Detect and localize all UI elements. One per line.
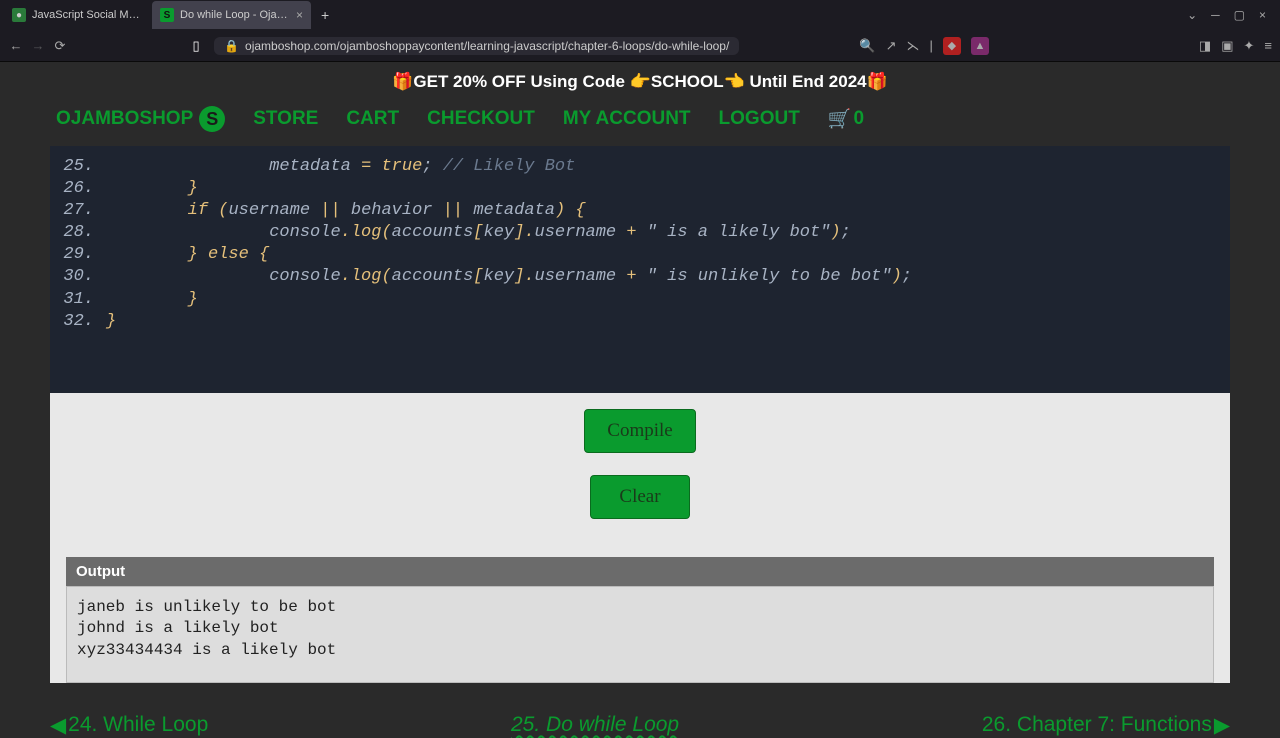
line-number: 30. (50, 266, 106, 288)
code-text: } else { (106, 244, 269, 266)
line-number: 27. (50, 200, 106, 222)
minimize-icon[interactable]: ─ (1211, 8, 1220, 22)
code-text: } (106, 289, 198, 311)
logo[interactable]: OJAMBOSHOP S (56, 106, 225, 132)
favicon-icon: S (160, 8, 174, 22)
chevron-down-icon[interactable]: ⌄ (1187, 8, 1197, 22)
extension-ublock-icon[interactable]: ◆ (943, 37, 961, 55)
nav-checkout[interactable]: CHECKOUT (427, 108, 535, 130)
divider: | (930, 38, 933, 53)
url-bar-row: ← → ⟳ ▯ 🔒 ojamboshop.com/ojamboshoppayco… (0, 30, 1280, 62)
nav-store[interactable]: STORE (253, 108, 318, 130)
pagination: ◀24. While Loop 25. Do while Loop 26. Ch… (0, 699, 1280, 738)
nav-buttons: ← → ⟳ (8, 38, 68, 54)
pagination-current[interactable]: 25. Do while Loop (511, 713, 679, 737)
browser-chrome: ● JavaScript Social Media Bot De S Do wh… (0, 0, 1280, 62)
line-number: 25. (50, 156, 106, 178)
clear-button[interactable]: Clear (590, 475, 689, 519)
code-line: 27. if (username || behavior || metadata… (50, 200, 1230, 222)
tab-title: JavaScript Social Media Bot De (32, 9, 142, 21)
code-line: 31. } (50, 289, 1230, 311)
arrow-left-icon: ◀ (50, 713, 66, 738)
cart-button[interactable]: 🛒0 (828, 107, 864, 131)
code-text: metadata = true; // Likely Bot (106, 156, 575, 178)
url-bar-container: ▯ 🔒 ojamboshop.com/ojamboshoppaycontent/… (76, 37, 851, 55)
output-line: xyz33434434 is a likely bot (77, 640, 1203, 662)
cart-icon: 🛒 (828, 107, 852, 131)
new-tab-button[interactable]: + (313, 7, 337, 23)
line-number: 32. (50, 311, 106, 333)
nav-account[interactable]: MY ACCOUNT (563, 108, 691, 130)
output-line: johnd is a likely bot (77, 618, 1203, 640)
line-number: 26. (50, 178, 106, 200)
bookmark-icon[interactable]: ▯ (188, 38, 204, 54)
sidebar-icon[interactable]: ◨ (1199, 38, 1211, 54)
code-line: 32.} (50, 311, 1230, 333)
url-text: ojamboshop.com/ojamboshoppaycontent/lear… (245, 39, 729, 53)
main-nav: OJAMBOSHOP S STORE CART CHECKOUT MY ACCO… (0, 96, 1280, 146)
close-window-icon[interactable]: × (1259, 8, 1266, 22)
code-text: console.log(accounts[key].username + " i… (106, 222, 851, 244)
reload-icon[interactable]: ⟳ (52, 38, 68, 54)
code-text: } (106, 178, 198, 200)
url-input[interactable]: 🔒 ojamboshop.com/ojamboshoppaycontent/le… (214, 37, 739, 55)
content-area: 25. metadata = true; // Likely Bot 26. }… (50, 146, 1230, 683)
close-icon[interactable]: × (296, 8, 303, 22)
cart-count: 0 (854, 108, 865, 130)
favicon-icon: ● (12, 8, 26, 22)
forward-icon[interactable]: → (30, 38, 46, 54)
window-controls: ⌄ ─ ▢ × (1187, 8, 1276, 22)
buttons-area: Compile Clear (50, 393, 1230, 557)
code-text: if (username || behavior || metadata) { (106, 200, 586, 222)
share-icon[interactable]: ↗ (886, 38, 897, 54)
arrow-right-icon: ▶ (1214, 713, 1230, 738)
code-text: console.log(accounts[key].username + " i… (106, 266, 912, 288)
line-number: 31. (50, 289, 106, 311)
sparkle-icon[interactable]: ✦ (1244, 38, 1255, 54)
code-line: 30. console.log(accounts[key].username +… (50, 266, 1230, 288)
output-section: Output janeb is unlikely to be bot johnd… (66, 557, 1214, 683)
code-line: 28. console.log(accounts[key].username +… (50, 222, 1230, 244)
screenshot-icon[interactable]: ▣ (1221, 38, 1233, 54)
code-line: 25. metadata = true; // Likely Bot (50, 156, 1230, 178)
output-header: Output (66, 557, 1214, 586)
code-line: 26. } (50, 178, 1230, 200)
lock-icon: 🔒 (224, 39, 239, 53)
pagination-prev[interactable]: ◀24. While Loop (50, 713, 208, 738)
code-text: } (106, 311, 116, 333)
pagination-prev-label: 24. While Loop (68, 713, 208, 737)
toolbar-right-icons: 🔍 ↗ ⋋ | ◆ ▲ ◨ ▣ ✦ ≡ (859, 37, 1272, 55)
compile-button[interactable]: Compile (584, 409, 695, 453)
promo-banner: 🎁GET 20% OFF Using Code 👉SCHOOL👈 Until E… (0, 62, 1280, 96)
browser-tab-active[interactable]: S Do while Loop - OjamboSh... × (152, 1, 311, 29)
zoom-icon[interactable]: 🔍 (859, 38, 875, 54)
logo-badge-icon: S (199, 106, 225, 132)
code-block: 25. metadata = true; // Likely Bot 26. }… (50, 146, 1230, 393)
browser-tab[interactable]: ● JavaScript Social Media Bot De (4, 1, 150, 29)
maximize-icon[interactable]: ▢ (1234, 8, 1245, 22)
line-number: 28. (50, 222, 106, 244)
logo-text: OJAMBOSHOP (56, 108, 193, 130)
tab-bar: ● JavaScript Social Media Bot De S Do wh… (0, 0, 1280, 30)
pagination-next[interactable]: 26. Chapter 7: Functions▶ (982, 713, 1230, 738)
back-icon[interactable]: ← (8, 38, 24, 54)
nav-cart[interactable]: CART (346, 108, 399, 130)
rss-icon[interactable]: ⋋ (907, 38, 920, 54)
page-content: 🎁GET 20% OFF Using Code 👉SCHOOL👈 Until E… (0, 62, 1280, 738)
nav-logout[interactable]: LOGOUT (719, 108, 800, 130)
extension-icon[interactable]: ▲ (971, 37, 989, 55)
output-body: janeb is unlikely to be bot johnd is a l… (66, 586, 1214, 683)
code-line: 29. } else { (50, 244, 1230, 266)
hamburger-menu-icon[interactable]: ≡ (1264, 38, 1272, 53)
line-number: 29. (50, 244, 106, 266)
pagination-next-label: 26. Chapter 7: Functions (982, 713, 1212, 737)
output-line: janeb is unlikely to be bot (77, 597, 1203, 619)
tab-title: Do while Loop - OjamboSh... (180, 9, 290, 21)
